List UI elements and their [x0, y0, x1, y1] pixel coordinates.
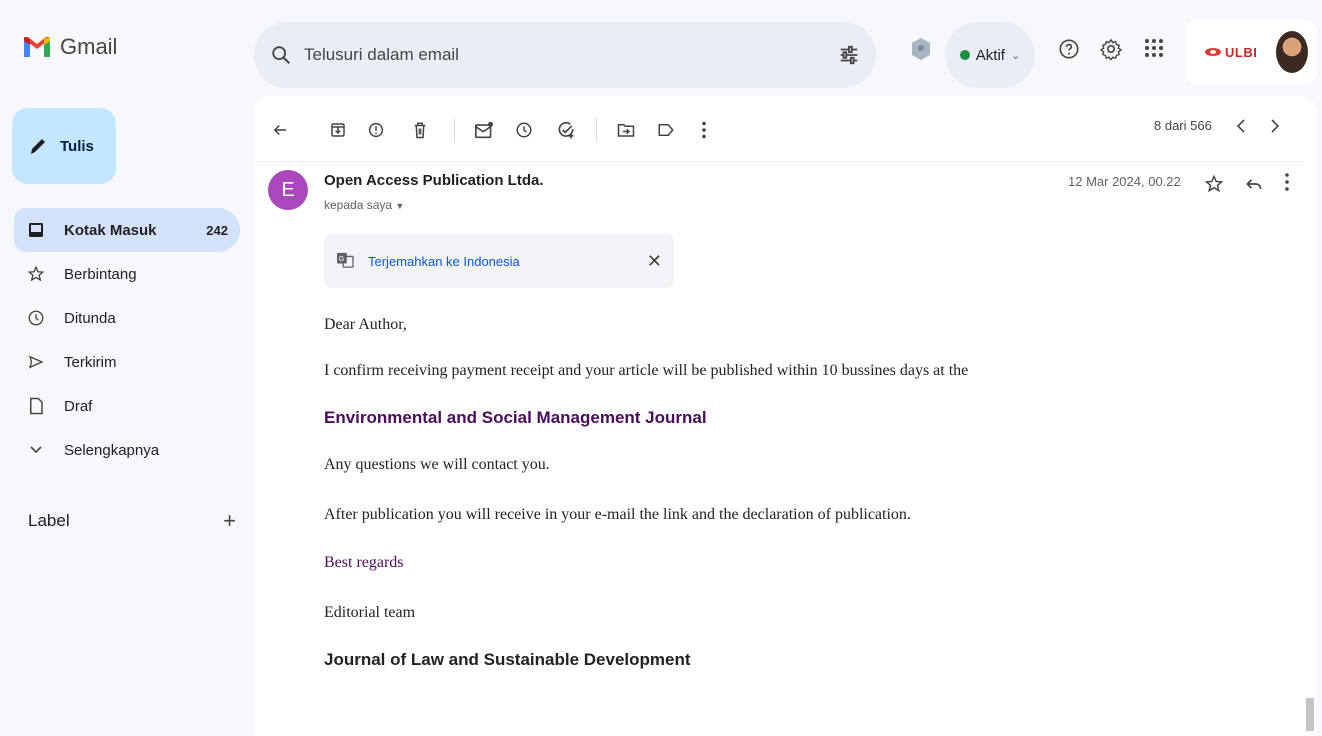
sidebar-item-label: Terkirim — [64, 353, 117, 371]
translate-icon: G — [336, 252, 354, 271]
body-paragraph: After publication you will receive in yo… — [324, 506, 911, 523]
apps-grid-icon[interactable] — [1144, 38, 1164, 58]
journal-title: Journal of Law and Sustainable Developme… — [324, 650, 691, 669]
add-task-icon[interactable] — [554, 118, 578, 142]
labels-title: Label — [28, 511, 70, 530]
top-bar: Gmail Aktif ⌄ ULBI — [0, 0, 1322, 100]
scrollbar-thumb[interactable] — [1306, 698, 1314, 731]
search-bar[interactable] — [254, 22, 876, 88]
more-options-icon[interactable] — [692, 118, 716, 142]
sidebar: Tulis Kotak Masuk 242 Berbintang Ditunda… — [0, 100, 250, 731]
svg-text:G: G — [339, 254, 345, 262]
status-dot-icon — [959, 50, 970, 60]
nav-list: Kotak Masuk 242 Berbintang Ditunda Terki… — [14, 208, 240, 472]
message-date: 12 Mar 2024, 00.22 — [1068, 174, 1181, 189]
compose-label: Tulis — [60, 137, 94, 155]
labels-header: Label + — [28, 508, 236, 534]
chevron-left-icon[interactable] — [1236, 118, 1246, 133]
close-icon[interactable]: ✕ — [647, 251, 662, 272]
sidebar-item-label: Kotak Masuk — [64, 221, 157, 239]
pagination: 8 dari 566 — [1154, 118, 1280, 133]
pencil-icon — [31, 139, 45, 154]
organization-logo: ULBI — [1204, 45, 1257, 60]
sidebar-item-label: Selengkapnya — [64, 441, 160, 459]
back-arrow-icon[interactable] — [268, 118, 292, 142]
body-greeting: Dear Author, — [324, 316, 407, 333]
toolbar-divider — [596, 118, 597, 142]
add-label-plus-icon[interactable]: + — [223, 508, 236, 534]
send-icon — [26, 353, 46, 371]
toolbar-divider — [454, 118, 455, 142]
pagination-text: 8 dari 566 — [1154, 118, 1212, 133]
sidebar-item-starred[interactable]: Berbintang — [0, 252, 240, 296]
sidebar-item-sent[interactable]: Terkirim — [0, 340, 240, 384]
sidebar-item-label: Ditunda — [64, 309, 116, 327]
sidebar-item-more[interactable]: Selengkapnya — [0, 428, 240, 472]
body-regards: Best regards — [324, 554, 404, 571]
filter-options-icon[interactable] — [838, 44, 860, 66]
snooze-clock-icon[interactable] — [512, 118, 536, 142]
journal-link[interactable]: Environmental and Social Management Jour… — [324, 408, 707, 428]
message-header: E Open Access Publication Ltda. kepada s… — [268, 170, 1304, 230]
ulbi-logo-icon — [1205, 48, 1221, 56]
status-label: Aktif — [975, 46, 1005, 64]
report-spam-icon[interactable] — [364, 118, 388, 142]
translate-link[interactable]: Terjemahkan ke Indonesia — [368, 254, 520, 269]
compose-button[interactable]: Tulis — [12, 108, 116, 184]
chevron-right-icon[interactable] — [1270, 118, 1280, 133]
translate-bar: G Terjemahkan ke Indonesia ✕ — [324, 234, 674, 288]
sidebar-item-label: Draf — [64, 397, 93, 415]
body-paragraph: I confirm receiving payment receipt and … — [324, 362, 969, 379]
sidebar-item-label: Berbintang — [64, 265, 137, 283]
gemini-icon[interactable] — [910, 36, 932, 62]
message-pane: 8 dari 566 E Open Access Publication Ltd… — [254, 96, 1316, 736]
app-name: Gmail — [60, 34, 118, 59]
body-paragraph: Any questions we will contact you. — [324, 456, 550, 473]
search-icon[interactable] — [270, 44, 292, 66]
chevron-down-icon — [26, 446, 46, 454]
star-icon[interactable] — [1204, 174, 1224, 199]
status-toggle[interactable]: Aktif ⌄ — [945, 22, 1035, 88]
clock-icon — [26, 309, 46, 327]
gmail-logo[interactable]: Gmail — [22, 34, 117, 60]
move-to-folder-icon[interactable] — [614, 118, 638, 142]
gmail-m-icon — [24, 37, 50, 57]
mark-unread-icon[interactable] — [472, 118, 496, 142]
account-switcher[interactable]: ULBI — [1186, 20, 1316, 84]
organization-name: ULBI — [1225, 44, 1258, 60]
recipient-details[interactable]: kepada saya ▼ — [324, 198, 404, 212]
unread-count: 242 — [206, 222, 228, 238]
avatar[interactable] — [1276, 31, 1308, 73]
label-tag-icon[interactable] — [654, 118, 678, 142]
caret-down-icon: ▼ — [395, 201, 405, 211]
chevron-down-icon: ⌄ — [1010, 49, 1021, 62]
sidebar-item-inbox[interactable]: Kotak Masuk 242 — [14, 208, 240, 252]
sidebar-item-snoozed[interactable]: Ditunda — [0, 296, 240, 340]
settings-gear-icon[interactable] — [1100, 38, 1122, 60]
message-toolbar: 8 dari 566 — [254, 96, 1304, 162]
sender-avatar[interactable]: E — [268, 170, 308, 210]
draft-icon — [26, 397, 46, 415]
delete-trash-icon[interactable] — [408, 118, 432, 142]
inbox-icon — [26, 222, 46, 238]
body-signature: Editorial team — [324, 604, 416, 621]
sender-name[interactable]: Open Access Publication Ltda. — [324, 172, 544, 189]
reply-icon[interactable] — [1244, 174, 1264, 199]
help-icon[interactable] — [1058, 38, 1080, 60]
recipient-text: kepada saya — [324, 198, 393, 212]
star-icon — [26, 265, 46, 283]
sidebar-item-drafts[interactable]: Draf — [0, 384, 240, 428]
archive-icon[interactable] — [326, 118, 350, 142]
search-input[interactable] — [304, 45, 838, 65]
more-options-icon[interactable] — [1284, 172, 1290, 197]
